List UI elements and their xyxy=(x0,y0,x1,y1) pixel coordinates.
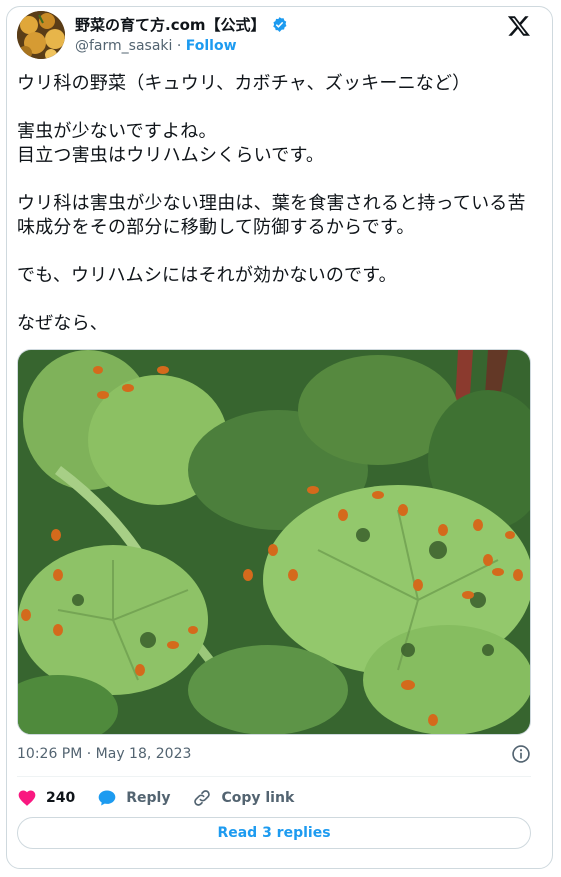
link-icon xyxy=(194,790,211,806)
separator: · xyxy=(176,38,182,54)
reply-button[interactable]: Reply xyxy=(97,788,170,808)
x-logo-icon[interactable] xyxy=(507,14,531,38)
display-name[interactable]: 野菜の育て方.com【公式】 xyxy=(75,14,266,35)
like-button[interactable]: 240 xyxy=(17,788,75,808)
reply-label: Reply xyxy=(126,790,171,806)
info-icon[interactable] xyxy=(511,744,531,764)
handle[interactable]: @farm_sasaki xyxy=(75,38,172,54)
like-count: 240 xyxy=(46,790,76,806)
action-bar: 240 Reply Copy link xyxy=(17,786,316,810)
handle-row: @farm_sasaki · Follow xyxy=(75,38,237,54)
heart-icon xyxy=(18,790,36,806)
copy-link-button[interactable]: Copy link xyxy=(192,788,294,808)
tweet-timestamp[interactable]: 10:26 PM · May 18, 2023 xyxy=(17,746,191,762)
read-replies-label: Read 3 replies xyxy=(217,825,331,841)
read-replies-button[interactable]: Read 3 replies xyxy=(17,817,531,849)
verified-badge-icon xyxy=(272,17,286,32)
divider xyxy=(17,776,531,777)
avatar[interactable] xyxy=(17,11,65,59)
tweet-photo[interactable] xyxy=(17,349,531,735)
reply-bubble-icon xyxy=(98,790,116,806)
follow-button[interactable]: Follow xyxy=(186,38,237,54)
tweet-text: ウリ科の野菜（キュウリ、カボチャ、ズッキーニなど） 害虫が少ないですよね。 目立… xyxy=(17,73,526,334)
copy-link-label: Copy link xyxy=(221,790,295,806)
author-name-row[interactable]: 野菜の育て方.com【公式】 xyxy=(75,14,288,35)
